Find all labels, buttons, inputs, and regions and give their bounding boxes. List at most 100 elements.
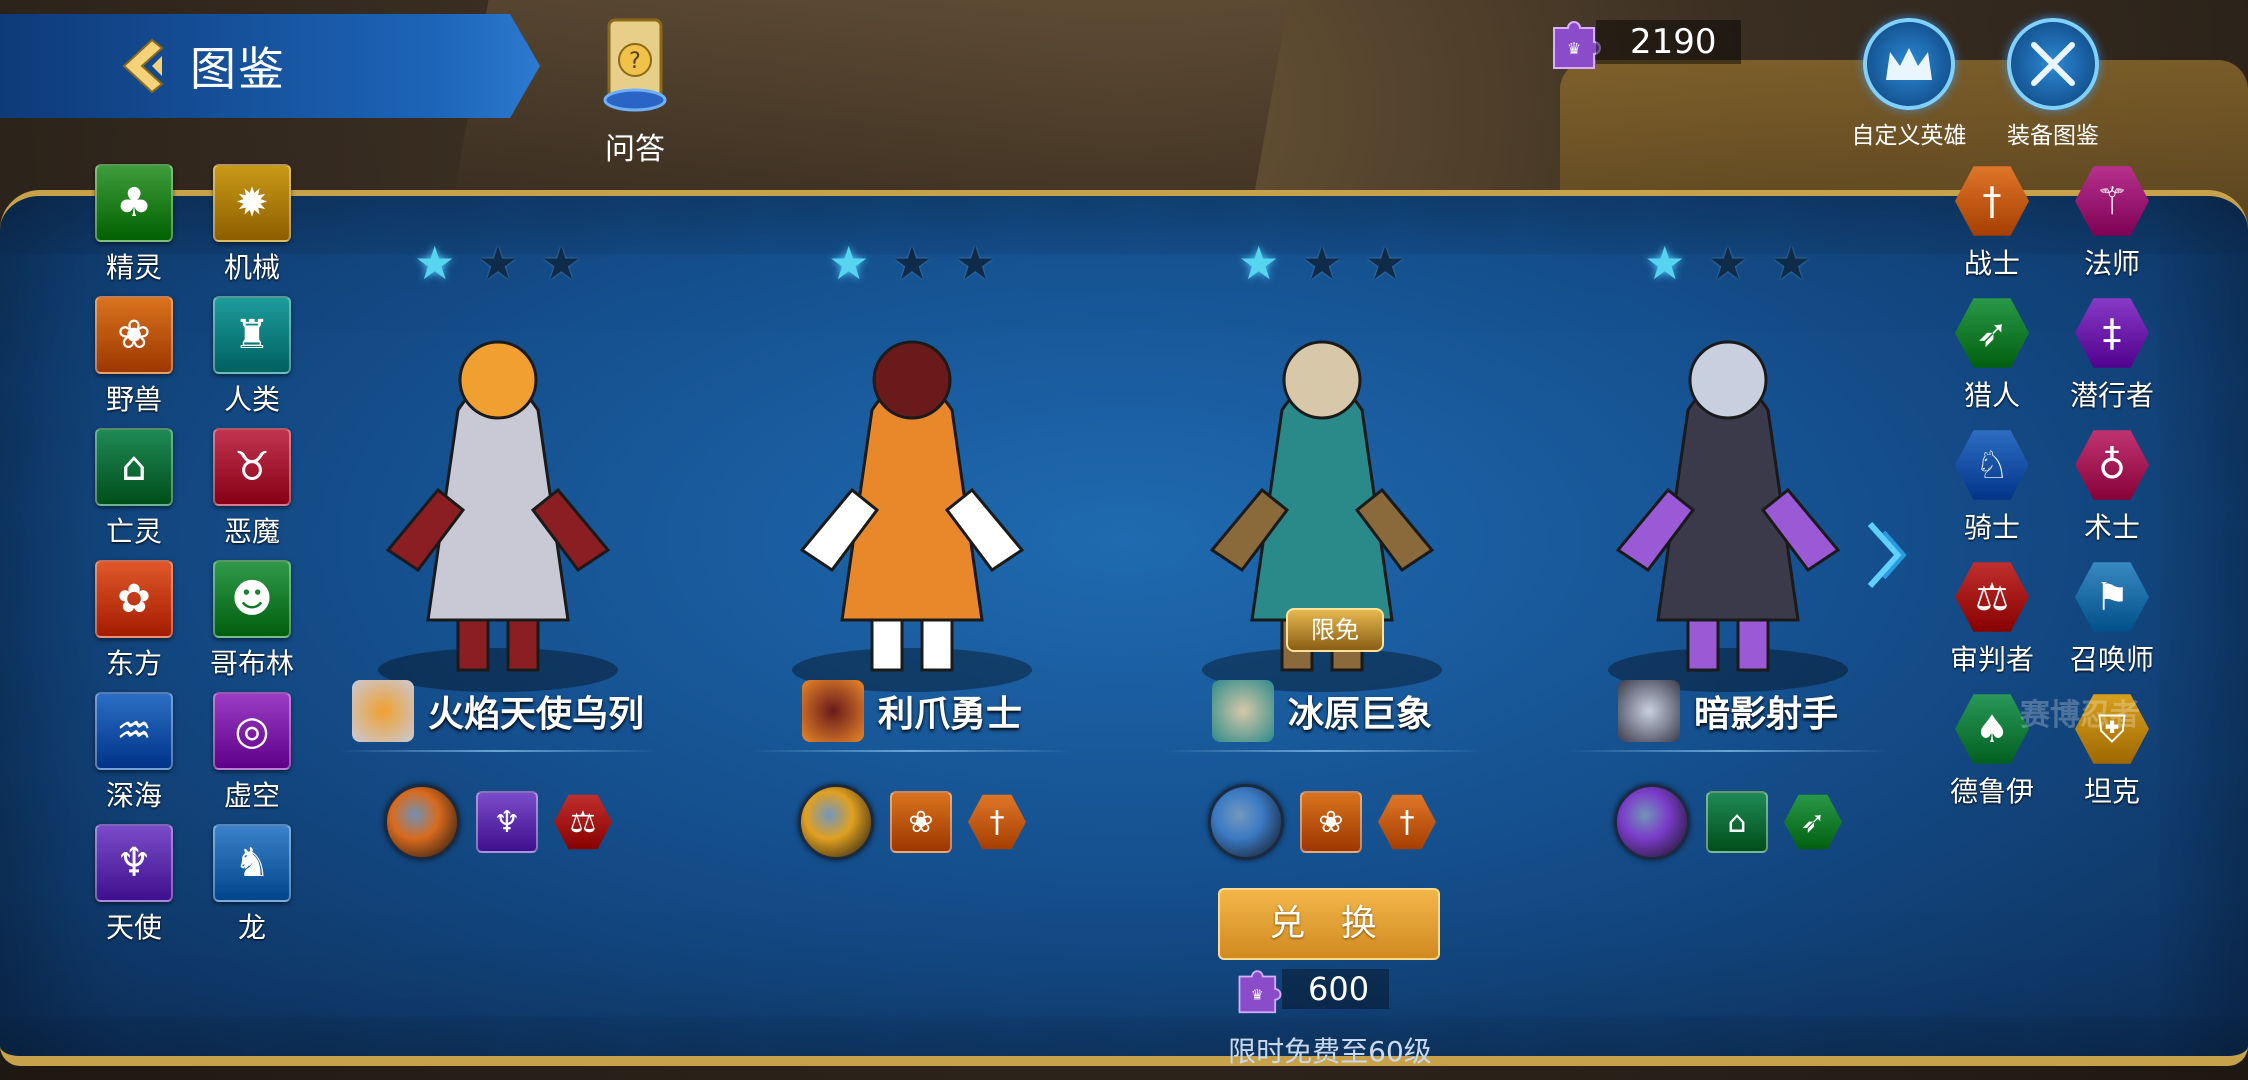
star-icon: ★: [891, 236, 933, 290]
crypt-icon[interactable]: ⌂: [1706, 791, 1768, 853]
sword-icon: †: [1955, 166, 2029, 236]
crossed-swords-icon: [2007, 18, 2099, 110]
race-filter-label: 亡灵: [105, 515, 162, 548]
hero-card[interactable]: ★ ★ ★ 冰原巨象 ❀ †: [1132, 240, 1512, 860]
class-filter-label: 德鲁伊: [1949, 775, 2034, 808]
back-button[interactable]: [104, 26, 184, 106]
page-title: 图鉴: [190, 42, 286, 96]
class-filter-4[interactable]: ‡ 潜行者: [2062, 296, 2162, 414]
hero-figure[interactable]: [1578, 290, 1878, 700]
star-icon: ★: [1707, 236, 1749, 290]
kraken-icon: ♒: [95, 692, 173, 770]
back-arrow-icon: [122, 38, 164, 94]
race-filter-7[interactable]: ✿ 东方: [84, 560, 184, 682]
goblin-icon: ☻: [213, 560, 291, 638]
vortex-icon: ◎: [213, 692, 291, 770]
exchange-button[interactable]: 兑 换: [1218, 888, 1440, 960]
race-filter-8[interactable]: ☻ 哥布林: [202, 560, 302, 682]
divider: [338, 750, 658, 752]
arrow-icon[interactable]: ➶: [1784, 794, 1842, 850]
hero-name: 利爪勇士: [877, 694, 1022, 735]
hero-avatar: [1617, 680, 1680, 742]
skill-icon[interactable]: [1208, 784, 1284, 860]
skill-icon[interactable]: [384, 784, 460, 860]
equipment-guide-button[interactable]: 装备图鉴: [1978, 18, 2128, 150]
class-filter-label: 法师: [2083, 247, 2140, 280]
hero-name: 暗影射手: [1693, 694, 1838, 735]
crypt-icon: ⌂: [95, 428, 173, 506]
gear-icon: ✹: [213, 164, 291, 242]
skill-icon[interactable]: [1614, 784, 1690, 860]
race-filter-10[interactable]: ◎ 虚空: [202, 692, 302, 814]
helmet-icon: ♜: [213, 296, 291, 374]
class-filter-7[interactable]: ⚖ 审判者: [1942, 560, 2042, 678]
race-filter-4[interactable]: ♜ 人类: [202, 296, 302, 418]
sword-icon[interactable]: †: [1378, 794, 1436, 850]
class-filter-label: 术士: [2083, 511, 2140, 544]
race-filter-label: 精灵: [105, 251, 162, 284]
paw-icon[interactable]: ❀: [890, 791, 952, 853]
class-filter-8[interactable]: ⚑ 召唤师: [2062, 560, 2162, 678]
crown-icon: [1863, 18, 1955, 110]
custom-hero-label: 自定义英雄: [1851, 123, 1967, 149]
summon-icon: ⚑: [2075, 562, 2149, 632]
race-filter-label: 恶魔: [223, 515, 280, 548]
hero-star-rating: ★ ★ ★: [308, 240, 688, 286]
race-filter-3[interactable]: ❀ 野兽: [84, 296, 184, 418]
dragon-icon: ♞: [213, 824, 291, 902]
angel-wings-icon: ♆: [95, 824, 173, 902]
divider: [752, 750, 1072, 752]
hero-traits: ♆ ⚖: [308, 784, 688, 860]
hero-name: 冰原巨象: [1287, 694, 1432, 735]
hero-name-row: 暗影射手: [1538, 680, 1918, 742]
class-filter-5[interactable]: ♘ 骑士: [1942, 428, 2042, 546]
hero-card[interactable]: ★ ★ ★ 火焰天使乌列 ♆ ⚖: [308, 240, 688, 860]
race-filter-11[interactable]: ♆ 天使: [84, 824, 184, 946]
hero-avatar: [1211, 680, 1274, 742]
qa-button[interactable]: ? 问答: [580, 14, 690, 174]
currency-amount: 2190: [1596, 20, 1741, 64]
custom-hero-button[interactable]: 自定义英雄: [1834, 18, 1984, 150]
limited-free-badge: 限免: [1286, 608, 1384, 652]
free-note: 限时免费至60级: [1228, 1035, 1432, 1068]
class-filter-6[interactable]: ♁ 术士: [2062, 428, 2162, 546]
hero-star-rating: ★ ★ ★: [722, 240, 1102, 286]
class-filter-label: 召唤师: [2069, 643, 2154, 676]
currency-display: ♛ 2190: [1548, 16, 1768, 69]
race-filter-5[interactable]: ⌂ 亡灵: [84, 428, 184, 550]
hero-figure[interactable]: [762, 290, 1062, 700]
race-filter-6[interactable]: ♉ 恶魔: [202, 428, 302, 550]
hero-card[interactable]: ★ ★ ★ 暗影射手 ⌂ ➶: [1538, 240, 1918, 860]
class-filter-1[interactable]: † 战士: [1942, 164, 2042, 282]
angel-wings-icon[interactable]: ♆: [476, 791, 538, 853]
druid-icon: ♠: [1955, 694, 2029, 764]
class-filter-label: 坦克: [2083, 775, 2140, 808]
hero-figure[interactable]: [348, 290, 648, 700]
background-book: [451, 0, 1289, 210]
lotus-icon: ✿: [95, 560, 173, 638]
class-filter-3[interactable]: ➶ 猎人: [1942, 296, 2042, 414]
staff-icon: ⚚: [2075, 166, 2149, 236]
race-filter-1[interactable]: ♣ 精灵: [84, 164, 184, 286]
qa-label: 问答: [605, 132, 665, 167]
skill-icon[interactable]: [798, 784, 874, 860]
star-icon: ★: [1770, 236, 1812, 290]
scroll-question-icon: ?: [595, 14, 675, 124]
potion-icon: ♁: [2075, 430, 2149, 500]
race-filter-12[interactable]: ♞ 龙: [202, 824, 302, 946]
judgement-icon[interactable]: ⚖: [554, 794, 612, 850]
star-icon: ★: [414, 236, 456, 290]
race-filter-2[interactable]: ✹ 机械: [202, 164, 302, 286]
hero-avatar: [351, 680, 414, 742]
race-filter-label: 天使: [105, 911, 162, 944]
sword-icon[interactable]: †: [968, 794, 1026, 850]
race-filter-9[interactable]: ♒ 深海: [84, 692, 184, 814]
hero-traits: ❀ †: [722, 784, 1102, 860]
class-filter-label: 潜行者: [2069, 379, 2154, 412]
hero-star-rating: ★ ★ ★: [1538, 240, 1918, 286]
next-page-arrow-icon[interactable]: [1864, 520, 1908, 590]
hero-card[interactable]: ★ ★ ★ 利爪勇士 ❀ †: [722, 240, 1102, 860]
paw-icon[interactable]: ❀: [1300, 791, 1362, 853]
offscreen-hero-name: 赛博忍者: [2020, 698, 2140, 733]
class-filter-2[interactable]: ⚚ 法师: [2062, 164, 2162, 282]
